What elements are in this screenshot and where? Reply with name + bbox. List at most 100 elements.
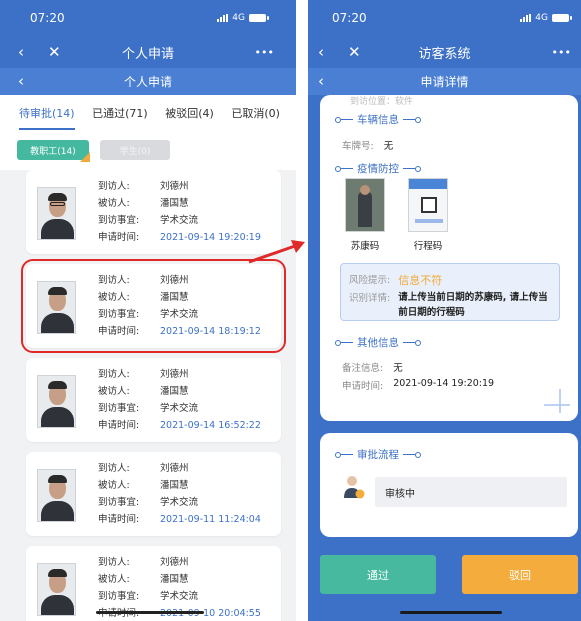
status-indicators: 4G [217,13,269,23]
section-marker-icon [335,451,353,458]
visitor-value: 刘德州 [160,557,189,568]
visitor-value: 刘德州 [160,181,189,192]
clock: 07:20 [30,11,65,25]
section-marker-icon [403,339,421,346]
apply-time-value: 2021-09-14 19:20:19 [393,378,495,389]
application-card[interactable]: 到访人: 刘德州 被访人: 潘国慧 到访事宜: 学术交流 申请时间: 2021-09-14 1… [26,358,281,442]
visitor-label: 到访人: [98,181,130,192]
visitee-value: 潘国慧 [160,386,189,397]
approve-button[interactable]: 通过 [320,555,436,594]
detail-value: 请上传当前日期的苏康码, 请上传当前日期的行程码 [398,292,548,318]
section-marker-icon [335,165,353,172]
application-card[interactable]: 到访人: 刘德州 被访人: 潘国慧 到访事宜: 学术交流 申请时间: 2021-09-14 1… [21,259,286,353]
visitor-label: 到访人: [98,557,130,568]
travel-code-image[interactable] [408,178,448,232]
visitee-value: 潘国慧 [160,198,189,209]
remark-row: 备注信息: 无 [342,360,403,374]
detail-title: 申请详情 [420,75,469,89]
arrow-icon [248,240,305,264]
risk-value: 信息不符 [398,274,443,287]
detail-row: 识别详情: 请上传当前日期的苏康码, 请上传当前日期的行程码 [349,290,548,320]
visitor-photo [37,281,76,334]
risk-warning-box: 风险提示: 信息不符 识别详情: 请上传当前日期的苏康码, 请上传当前日期的行程… [340,263,560,321]
epidemic-title-text: 疫情防控 [357,163,399,175]
application-card[interactable]: 到访人:刘德州被访人:潘国慧到访事宜:学术交流申请时间:2021-09-10 2… [26,546,281,621]
other-section-title: 其他信息 [335,335,421,350]
clock-right: 07:20 [332,11,367,25]
filter-student-chip[interactable]: 学生(0) [100,140,170,160]
visitee-label: 被访人: [98,480,130,491]
card-info: 到访人: 刘德州 被访人: 潘国慧 到访事宜: 学术交流 申请时间: 2021-09-14 1… [98,272,261,340]
section-marker-icon [335,339,353,346]
matter-value: 学术交流 [160,497,199,508]
application-card[interactable]: 到访人: 刘德州被访人: 潘国慧到访事宜: 学术交流申请时间: 2021-09-14 1… [26,170,281,254]
section-marker-icon [335,116,353,123]
visitee-value: 潘国慧 [160,480,189,491]
visitor-label: 到访人: [98,463,130,474]
approval-title-text: 审批流程 [357,449,399,461]
card-info: 到访人: 刘德州 被访人: 潘国慧 到访事宜: 学术交流 申请时间: 2021-09-14 1… [98,366,261,434]
signal-icon [217,14,229,22]
matter-label: 到访事宜: [98,403,140,414]
visitor-photo [37,469,76,522]
time-label: 申请时间: [98,326,140,337]
matter-label: 到访事宜: [98,497,140,508]
risk-label: 风险提示: [349,275,391,286]
matter-value: 学术交流 [160,309,199,320]
visitee-label: 被访人: [98,386,130,397]
more-icon[interactable]: ••• [255,47,274,58]
visitee-value: 潘国慧 [160,292,189,303]
more-icon[interactable]: ••• [552,47,571,58]
health-code-caption: 苏康码 [350,241,380,252]
other-title-text: 其他信息 [357,337,399,349]
app-nav-bar-right: ‹ ✕ 访客系统 ••• [308,36,581,68]
matter-label: 到访事宜: [98,215,140,226]
check-corner-icon [80,152,90,162]
network-label-right: 4G [535,13,548,23]
filter-staff-chip[interactable]: 教职工(14) [17,140,90,162]
screenshot-stage: 07:20 4G ‹ ✕ 个人申请 ••• ‹ 个人申请 待审批(14) 已通过… [0,0,581,621]
health-code-image[interactable] [345,178,385,232]
tab-rejected[interactable]: 被驳回(4) [165,105,214,121]
visitor-photo [37,187,76,240]
time-value: 2021-09-14 19:20:19 [160,232,261,243]
section-marker-icon [403,451,421,458]
sub-title: 个人申请 [123,75,172,89]
section-marker-icon [403,165,421,172]
vehicle-section-title: 车辆信息 [335,112,421,127]
tab-cancelled[interactable]: 已取消(0) [231,105,280,121]
visitor-value: 刘德州 [160,463,189,474]
cut-off-field: 到访位置：软件 [350,97,414,107]
section-marker-icon [403,116,421,123]
reject-button[interactable]: 驳回 [462,555,578,594]
remark-label: 备注信息: [342,363,384,374]
page-title: 个人申请 [121,46,174,62]
status-bar: 07:20 4G [0,0,296,36]
tab-pending[interactable]: 待审批(14) [19,105,75,130]
visitor-value: 刘德州 [160,369,189,380]
battery-icon [249,14,269,22]
app-nav-bar: ‹ ✕ 个人申请 ••• [0,36,296,68]
card-info: 到访人: 刘德州 被访人: 潘国慧 到访事宜: 学术交流 申请时间: 2021-09-11 1… [98,460,261,528]
approval-section-title: 审批流程 [335,447,421,462]
visitor-list-screen: 07:20 4G ‹ ✕ 个人申请 ••• ‹ 个人申请 待审批(14) 已通过… [0,0,296,621]
time-label: 申请时间: [98,232,140,243]
remark-value: 无 [393,363,403,374]
matter-value: 学术交流 [160,215,199,226]
plate-value: 无 [383,141,394,152]
matter-label: 到访事宜: [98,309,140,320]
application-detail-screen: 07:20 4G ‹ ✕ 访客系统 ••• ‹ 申请详情 到访位置：软件 车辆信… [308,0,581,621]
time-value: 2021-09-14 16:52:22 [160,420,261,431]
filter-staff-label: 教职工(14) [30,146,76,157]
matter-value: 学术交流 [160,591,199,602]
epidemic-section-title: 疫情防控 [335,161,421,176]
apply-time-label: 申请时间: [342,381,384,392]
tab-approved[interactable]: 已通过(71) [92,105,148,121]
sub-nav-bar: ‹ 个人申请 [0,68,296,95]
visitee-label: 被访人: [98,198,130,209]
visitor-value: 刘德州 [160,275,189,286]
application-card[interactable]: 到访人: 刘德州 被访人: 潘国慧 到访事宜: 学术交流 申请时间: 2021-09-11 1… [26,452,281,536]
visitee-value: 潘国慧 [160,574,189,585]
approval-step: 审核中 [375,477,567,507]
detail-panel: 到访位置：软件 车辆信息 车牌号: 无 疫情防控 苏康码 行程码 风险提示: 信… [320,95,578,421]
